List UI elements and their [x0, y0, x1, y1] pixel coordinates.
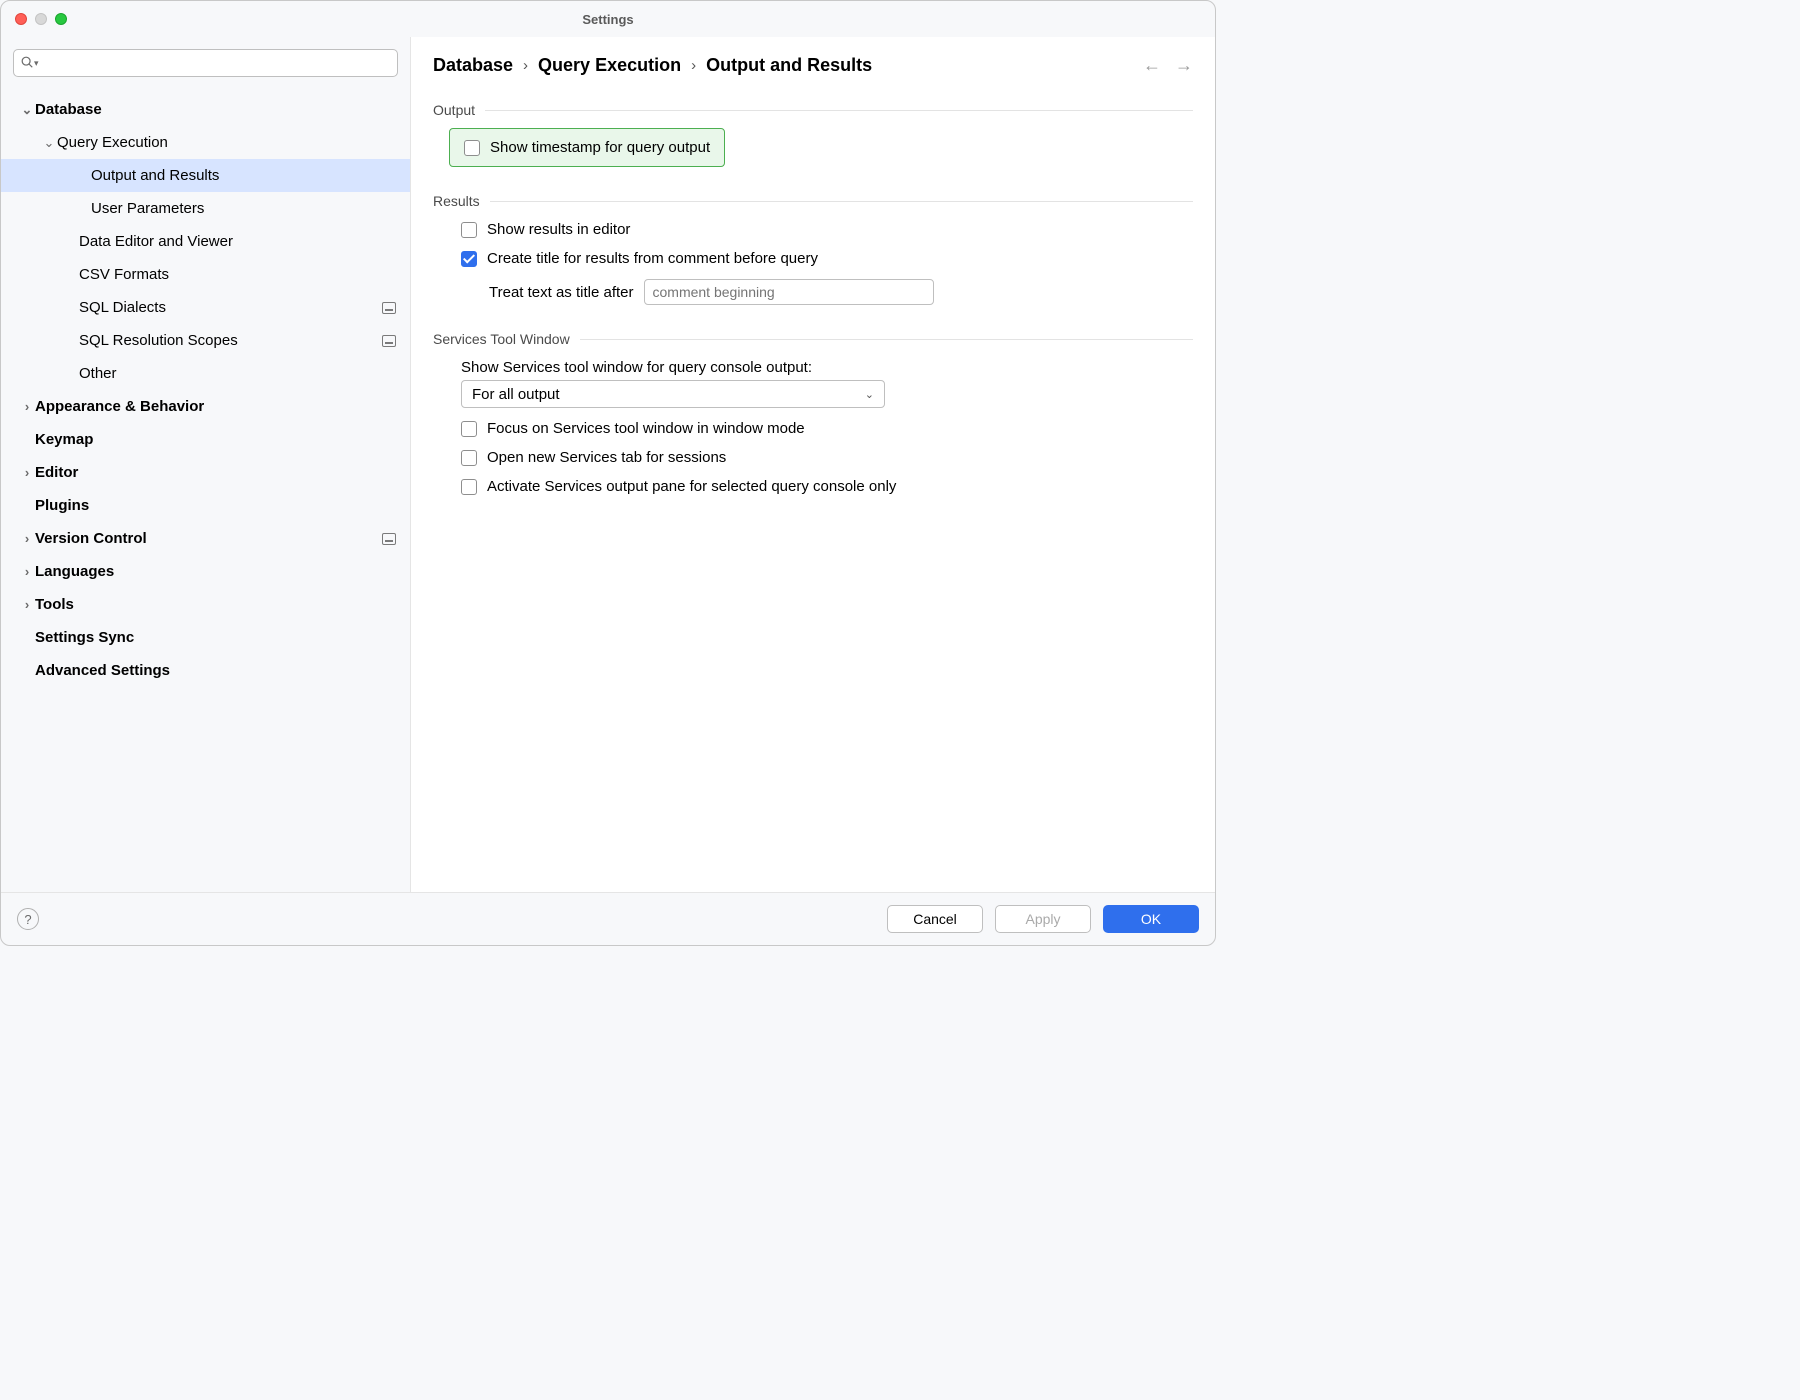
tree-item-other[interactable]: › Other — [1, 357, 410, 390]
search-field[interactable]: ▾ — [13, 49, 398, 77]
activate-pane-label: Activate Services output pane for select… — [487, 478, 896, 495]
tree-item-output-and-results[interactable]: Output and Results — [1, 159, 410, 192]
tree-item-sql-resolution-scopes[interactable]: › SQL Resolution Scopes — [1, 324, 410, 357]
section-services: Services Tool Window Show Services tool … — [433, 331, 1193, 495]
tree-item-user-parameters[interactable]: User Parameters — [1, 192, 410, 225]
scope-badge-icon — [382, 302, 396, 314]
chevron-right-icon[interactable]: › — [19, 465, 35, 481]
cancel-button[interactable]: Cancel — [887, 905, 983, 933]
help-button[interactable]: ? — [17, 908, 39, 930]
breadcrumb-sep-icon: › — [691, 57, 696, 74]
tree-item-version-control[interactable]: › Version Control — [1, 522, 410, 555]
scope-badge-icon — [382, 335, 396, 347]
tree-item-database[interactable]: ⌄ Database — [1, 93, 410, 126]
breadcrumb-seg-output-and-results: Output and Results — [706, 55, 872, 76]
breadcrumb-row: Database › Query Execution › Output and … — [433, 55, 1193, 76]
tree-item-sql-dialects[interactable]: › SQL Dialects — [1, 291, 410, 324]
focus-services-checkbox[interactable] — [461, 421, 477, 437]
breadcrumb: Database › Query Execution › Output and … — [433, 55, 872, 76]
ok-button[interactable]: OK — [1103, 905, 1199, 933]
settings-window: Settings ▾ — [0, 0, 1216, 946]
tree-item-languages[interactable]: › Languages — [1, 555, 410, 588]
open-new-tab-row: Open new Services tab for sessions — [433, 449, 1193, 466]
tree-item-tools[interactable]: › Tools — [1, 588, 410, 621]
breadcrumb-seg-query-execution[interactable]: Query Execution — [538, 55, 681, 76]
section-results: Results Show results in editor Create ti… — [433, 193, 1193, 305]
focus-services-label: Focus on Services tool window in window … — [487, 420, 805, 437]
section-output: Output Show timestamp for query output — [433, 102, 1193, 167]
search-input[interactable] — [41, 50, 391, 76]
create-title-row: Create title for results from comment be… — [433, 250, 1193, 267]
settings-body: ▾ ⌄ Database ⌄ Query Execution Out — [1, 37, 1215, 893]
open-new-tab-checkbox[interactable] — [461, 450, 477, 466]
show-results-in-editor-checkbox[interactable] — [461, 222, 477, 238]
tree-item-settings-sync[interactable]: › Settings Sync — [1, 621, 410, 654]
treat-text-label: Treat text as title after — [489, 284, 634, 301]
show-services-label: Show Services tool window for query cons… — [461, 359, 812, 376]
focus-services-row: Focus on Services tool window in window … — [433, 420, 1193, 437]
chevron-right-icon[interactable]: › — [19, 597, 35, 613]
treat-text-row: Treat text as title after — [433, 279, 1193, 305]
show-results-in-editor-label: Show results in editor — [487, 221, 630, 238]
show-services-select[interactable]: For all output ⌄ — [461, 380, 885, 408]
scope-badge-icon — [382, 533, 396, 545]
tree-item-appearance-behavior[interactable]: › Appearance & Behavior — [1, 390, 410, 423]
breadcrumb-nav: ← → — [1143, 55, 1193, 76]
show-timestamp-highlight: Show timestamp for query output — [449, 128, 725, 167]
show-services-select-row: For all output ⌄ — [433, 380, 1193, 408]
show-timestamp-label: Show timestamp for query output — [490, 139, 710, 156]
tree-item-query-execution[interactable]: ⌄ Query Execution — [1, 126, 410, 159]
activate-pane-checkbox[interactable] — [461, 479, 477, 495]
section-title-services: Services Tool Window — [433, 331, 1193, 347]
chevron-right-icon[interactable]: › — [19, 531, 35, 547]
chevron-right-icon[interactable]: › — [19, 564, 35, 580]
settings-footer: ? Cancel Apply OK — [1, 893, 1215, 945]
breadcrumb-seg-database[interactable]: Database — [433, 55, 513, 76]
show-services-value: For all output — [472, 386, 560, 403]
settings-sidebar: ▾ ⌄ Database ⌄ Query Execution Out — [1, 37, 411, 892]
tree-item-keymap[interactable]: › Keymap — [1, 423, 410, 456]
chevron-down-icon: ⌄ — [865, 388, 874, 401]
window-title: Settings — [1, 12, 1215, 27]
search-wrap: ▾ — [1, 37, 410, 83]
show-services-label-row: Show Services tool window for query cons… — [433, 359, 1193, 376]
settings-tree: ⌄ Database ⌄ Query Execution Output and … — [1, 83, 410, 892]
section-title-output: Output — [433, 102, 1193, 118]
tree-item-csv-formats[interactable]: › CSV Formats — [1, 258, 410, 291]
tree-item-plugins[interactable]: › Plugins — [1, 489, 410, 522]
activate-pane-row: Activate Services output pane for select… — [433, 478, 1193, 495]
tree-item-data-editor-and-viewer[interactable]: › Data Editor and Viewer — [1, 225, 410, 258]
apply-button[interactable]: Apply — [995, 905, 1091, 933]
tree-item-editor[interactable]: › Editor — [1, 456, 410, 489]
nav-forward-icon[interactable]: → — [1175, 55, 1193, 76]
create-title-checkbox[interactable] — [461, 251, 477, 267]
create-title-label: Create title for results from comment be… — [487, 250, 818, 267]
nav-back-icon[interactable]: ← — [1143, 55, 1161, 76]
chevron-right-icon[interactable]: › — [19, 399, 35, 415]
tree-item-advanced-settings[interactable]: › Advanced Settings — [1, 654, 410, 687]
section-title-results: Results — [433, 193, 1193, 209]
open-new-tab-label: Open new Services tab for sessions — [487, 449, 726, 466]
show-timestamp-checkbox[interactable] — [464, 140, 480, 156]
chevron-down-icon[interactable]: ⌄ — [41, 135, 57, 151]
treat-text-input[interactable] — [644, 279, 934, 305]
search-history-caret-icon[interactable]: ▾ — [34, 58, 39, 69]
settings-content: Database › Query Execution › Output and … — [411, 37, 1215, 892]
chevron-down-icon[interactable]: ⌄ — [19, 102, 35, 118]
show-results-in-editor-row: Show results in editor — [433, 221, 1193, 238]
titlebar: Settings — [1, 1, 1215, 37]
breadcrumb-sep-icon: › — [523, 57, 528, 74]
search-icon — [20, 55, 34, 72]
